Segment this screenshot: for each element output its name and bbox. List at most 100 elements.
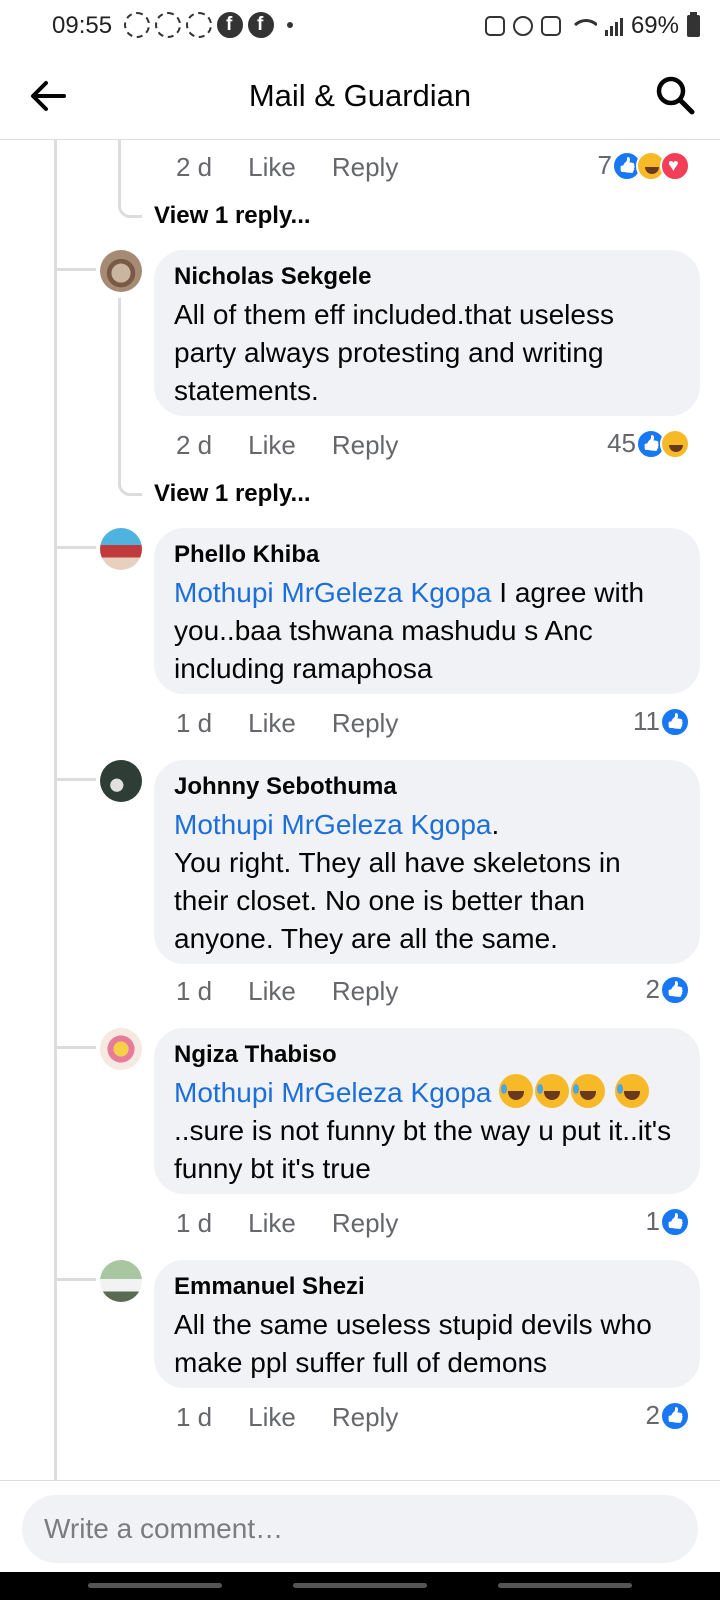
comment-actions: 1 d Like Reply — [176, 1402, 398, 1433]
battery-icon — [687, 12, 700, 37]
comment-actions: 2 d Like Reply — [176, 430, 398, 461]
comment-time: 2 d — [176, 152, 213, 182]
comment-text: Mothupi MrGeleza Kgopa ..sure is not fun… — [174, 1074, 680, 1188]
recycle-icon — [186, 12, 212, 38]
reply-button[interactable]: Reply — [332, 1402, 398, 1433]
facebook-icon — [248, 12, 274, 38]
avatar[interactable] — [100, 1260, 142, 1302]
battery-percent: 69% — [630, 12, 679, 39]
signal-icon — [604, 16, 623, 36]
like-button[interactable]: Like — [248, 976, 296, 1007]
reaction-count: 2 — [645, 974, 660, 1004]
comment-time: 1 d — [176, 976, 213, 1006]
reaction-count: 7 — [597, 150, 612, 180]
comment-author[interactable]: Phello Khiba — [174, 540, 680, 570]
comment-actions: 1 d Like Reply — [176, 708, 398, 739]
like-button[interactable]: Like — [248, 708, 296, 739]
clock: 09:55 — [52, 12, 113, 39]
comment-bubble: Emmanuel Shezi All the same useless stup… — [154, 1260, 700, 1388]
system-icons: 69% — [484, 12, 700, 40]
comment-actions: 1 d Like Reply — [176, 1208, 398, 1239]
comment-body: You right. They all have skeletons in th… — [174, 847, 621, 954]
rofl-emoji-icon — [615, 1074, 650, 1108]
page-title: Mail & Guardian — [248, 78, 472, 113]
like-reaction-icon — [660, 706, 690, 737]
reactions[interactable]: 1 — [646, 1206, 690, 1237]
system-nav-bar — [0, 1572, 720, 1600]
facebook-icon — [217, 12, 243, 38]
comment-time: 1 d — [176, 1402, 213, 1432]
comment-time: 2 d — [176, 430, 213, 460]
reply-button[interactable]: Reply — [332, 976, 398, 1007]
mention-link[interactable]: Mothupi MrGeleza Kgopa — [174, 1077, 492, 1108]
reaction-count: 11 — [633, 706, 660, 736]
comment-input[interactable] — [22, 1495, 698, 1563]
avatar[interactable] — [100, 760, 142, 802]
like-reaction-icon — [660, 1400, 690, 1431]
nav-handle[interactable] — [293, 1583, 427, 1588]
comment-bubble: Ngiza Thabiso Mothupi MrGeleza Kgopa ..s… — [154, 1028, 700, 1194]
comment-time: 1 d — [176, 1208, 213, 1238]
reply-branch — [118, 140, 142, 218]
reactions[interactable]: 45 — [607, 428, 690, 459]
reply-button[interactable]: Reply — [332, 708, 398, 739]
reply-button[interactable]: Reply — [332, 152, 398, 183]
reply-branch — [56, 1278, 96, 1281]
reactions[interactable]: 2 — [646, 1400, 690, 1431]
comment-time: 1 d — [176, 708, 213, 738]
comment-bubble: Johnny Sebothuma Mothupi MrGeleza Kgopa.… — [154, 760, 700, 964]
mention-link[interactable]: Mothupi MrGeleza Kgopa — [174, 809, 492, 840]
avatar[interactable] — [100, 1028, 142, 1070]
status-bar: 09:55 69% — [0, 0, 720, 52]
wifi-icon — [568, 15, 597, 37]
mute-icon — [540, 16, 561, 36]
comment-text: All the same useless stupid devils who m… — [174, 1309, 652, 1378]
reaction-count: 2 — [645, 1400, 660, 1430]
comment-bubble: Phello Khiba Mothupi MrGeleza Kgopa I ag… — [154, 528, 700, 694]
search-icon[interactable] — [654, 74, 696, 116]
reply-button[interactable]: Reply — [332, 1208, 398, 1239]
comment-author[interactable]: Johnny Sebothuma — [174, 772, 680, 802]
like-reaction-icon — [660, 974, 690, 1005]
avatar[interactable] — [100, 250, 142, 292]
like-button[interactable]: Like — [248, 1402, 296, 1433]
reaction-count: 1 — [645, 1206, 660, 1236]
rofl-emoji-icon — [535, 1074, 570, 1108]
reactions[interactable]: 11 — [633, 706, 690, 737]
reply-branch — [56, 1046, 96, 1049]
reaction-count: 45 — [607, 428, 636, 458]
comment-text: All of them eff included.that useless pa… — [174, 299, 614, 406]
like-button[interactable]: Like — [248, 152, 296, 183]
comment-author[interactable]: Ngiza Thabiso — [174, 1040, 680, 1070]
love-reaction-icon — [660, 150, 690, 181]
comment-actions: 2 d Like Reply — [176, 152, 398, 183]
view-replies-link[interactable]: View 1 reply... — [154, 202, 311, 230]
rofl-emoji-icon — [571, 1074, 606, 1108]
reactions[interactable]: 7 — [598, 150, 690, 181]
comment-text: Mothupi MrGeleza Kgopa I agree with you.… — [174, 574, 680, 688]
like-button[interactable]: Like — [248, 1208, 296, 1239]
reply-button[interactable]: Reply — [332, 430, 398, 461]
reply-branch — [56, 268, 96, 271]
alarm-icon — [512, 16, 533, 36]
comment-bubble: Nicholas Sekgele All of them eff include… — [154, 250, 700, 416]
battery-saver-icon — [484, 16, 505, 36]
comment-author[interactable]: Nicholas Sekgele — [174, 262, 680, 292]
mention-link[interactable]: Mothupi MrGeleza Kgopa — [174, 577, 492, 608]
like-reaction-icon — [660, 1206, 690, 1237]
comment-actions: 1 d Like Reply — [176, 976, 398, 1007]
view-replies-link[interactable]: View 1 reply... — [154, 480, 311, 508]
app-header: Mail & Guardian — [0, 52, 720, 140]
comment-punctuation: . — [491, 809, 500, 840]
notification-icons — [124, 12, 293, 38]
reply-branch — [56, 778, 96, 781]
nav-handle[interactable] — [88, 1583, 222, 1588]
avatar[interactable] — [100, 528, 142, 570]
comment-text: Mothupi MrGeleza Kgopa. You right. They a… — [174, 806, 680, 958]
more-notifications-icon — [287, 22, 293, 28]
like-button[interactable]: Like — [248, 430, 296, 461]
reactions[interactable]: 2 — [646, 974, 690, 1005]
comment-author[interactable]: Emmanuel Shezi — [174, 1272, 680, 1302]
nav-handle[interactable] — [498, 1583, 632, 1588]
comment-body: ..sure is not funny bt the way u put it.… — [174, 1115, 672, 1184]
